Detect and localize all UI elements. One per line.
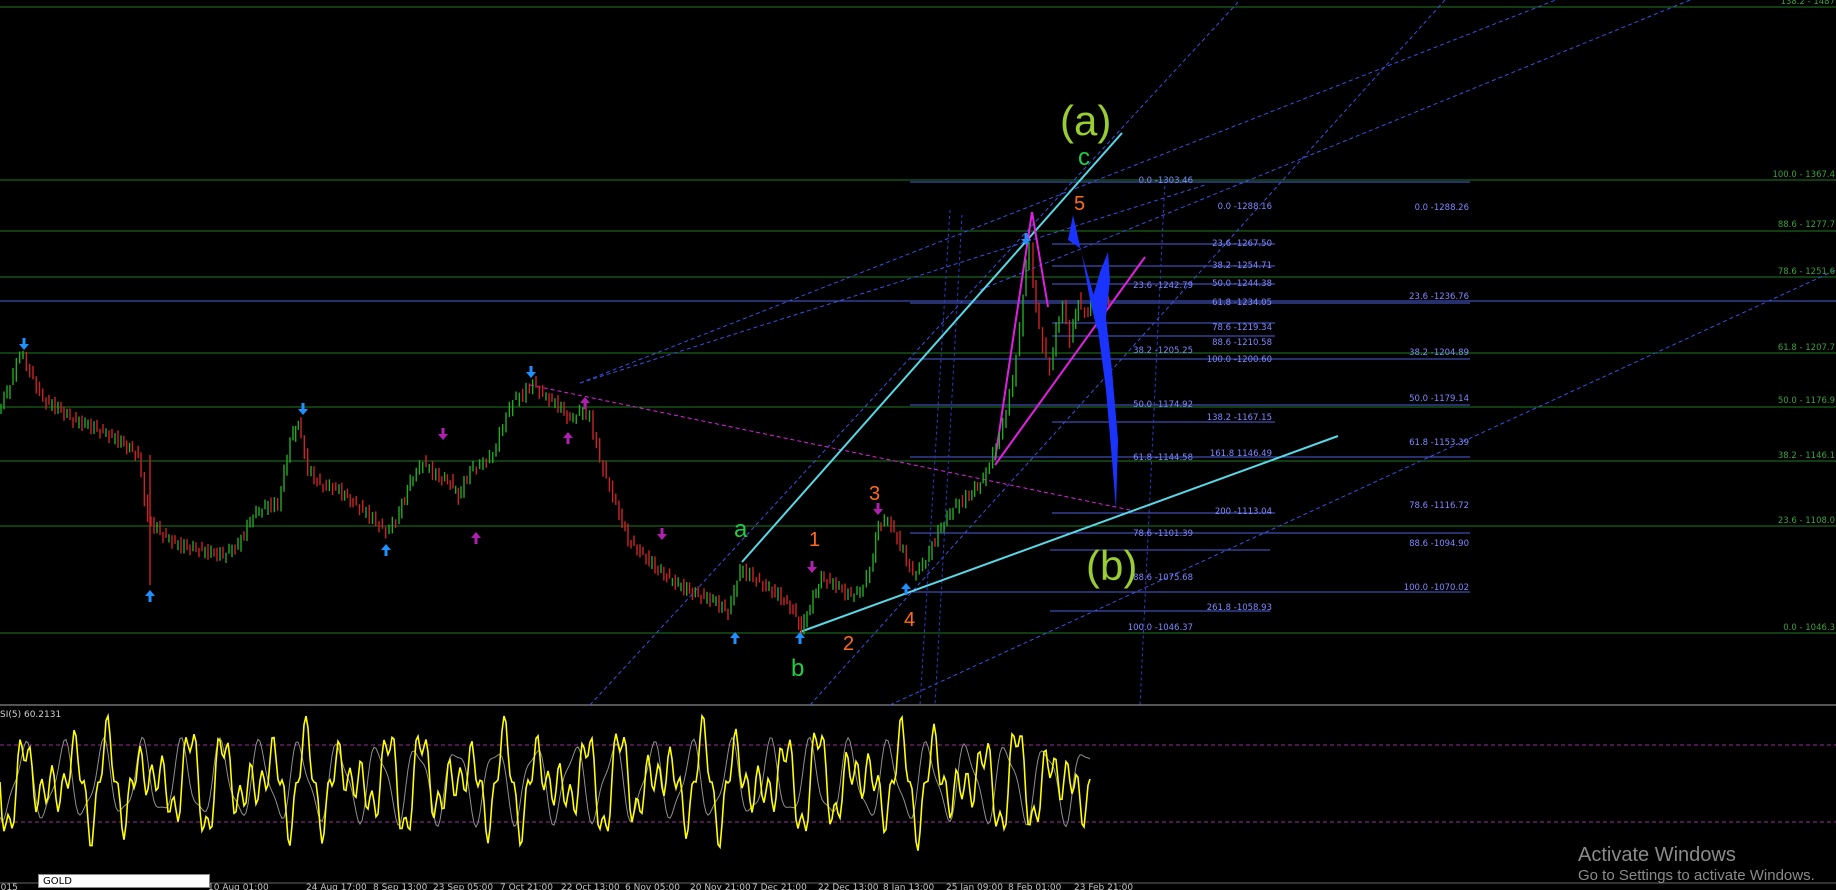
right-edge-label: 50.0 - 1176.9 [1778, 396, 1835, 406]
fractal-down-arrow [438, 428, 448, 440]
fib-label-mid: 200 -1113.04 [1215, 507, 1272, 517]
wave-label-minor-a: a [734, 516, 748, 543]
watermark-subtitle: Go to Settings to activate Windows. [1578, 867, 1815, 884]
activate-windows-watermark: Activate Windows Go to Settings to activ… [1578, 843, 1815, 885]
fib-label-left: 38.2 -1205.25 [1133, 346, 1193, 356]
fractal-down-arrow [657, 528, 667, 540]
fractal-up-arrow [563, 432, 573, 444]
fib-label-mid: 88.6 -1210.58 [1212, 338, 1272, 348]
fib-label-mid: 50.0 -1244.38 [1212, 279, 1272, 289]
fib-label-right: 100.0 -1070.02 [1404, 583, 1469, 593]
x-axis-tick-label: 8 Sep 13:00 [373, 883, 428, 890]
x-axis-tick-label: 24 Aug 17:00 [306, 883, 367, 890]
wave-label-4: 4 [904, 609, 915, 631]
wave-label-minor-b: b [791, 655, 804, 682]
x-axis-tick-label: 8 Feb 01:00 [1008, 883, 1062, 890]
fractal-down-arrow [19, 338, 29, 350]
fib-label-mid: 61.8 -1234.05 [1212, 298, 1272, 308]
wave-label-primary-a: (a) [1060, 97, 1111, 144]
rsi-indicator-label: SI(5) 60.2131 [0, 710, 62, 720]
fib-label-mid: 138.2 -1167.15 [1207, 413, 1272, 423]
x-axis-tick-label: 7 Dec 21:00 [752, 883, 807, 890]
right-edge-label: 0.0 - 1046.3 [1783, 623, 1835, 633]
wave-label-1: 1 [809, 529, 820, 551]
fractal-up-arrow [145, 590, 155, 602]
fib-label-mid: 78.6 -1219.34 [1212, 323, 1272, 333]
fib-label-mid: 23.6 -1267.50 [1212, 239, 1272, 249]
x-axis-tick-label: 22 Dec 13:00 [818, 883, 879, 890]
x-axis-tick-label: 6 Nov 05:00 [625, 883, 680, 890]
fib-label-mid: 38.2 -1254.71 [1212, 261, 1272, 271]
x-axis-tick-label: 23 Feb 21:00 [1074, 883, 1133, 890]
right-edge-label: 38.2 - 1146.1 [1778, 451, 1835, 461]
right-edge-label: 100.0 - 1367.4 [1772, 170, 1835, 180]
fib-label-mid: 261.8 -1058.93 [1207, 603, 1272, 613]
pink-wave-line [994, 256, 1146, 466]
watermark-title: Activate Windows [1578, 844, 1736, 866]
x-axis-tick-label: 25 Jan 09:00 [946, 883, 1003, 890]
symbol-tab[interactable]: GOLD [38, 874, 210, 888]
fractal-down-arrow [807, 561, 817, 573]
fib-label-right: 50.0 -1179.14 [1409, 394, 1469, 404]
fib-label-left: 88.6 -1075.68 [1133, 573, 1193, 583]
fib-label-right: 78.6 -1116.72 [1409, 501, 1469, 511]
fib-label-left: 100.0 -1046.37 [1128, 623, 1193, 633]
chart-window[interactable]: 0.0 -1303.46 23.6 -1242.79 38.2 -1205.25 50… [0, 0, 1836, 890]
x-axis-tick-label: 10 Aug 01:00 [208, 883, 269, 890]
dashed-trend-line [579, 0, 1558, 384]
wave-label-primary-b: (b) [1086, 542, 1137, 589]
cyan-trend-line [741, 132, 1123, 563]
fib-label-right: 38.2 -1204.89 [1409, 348, 1469, 358]
right-edge-label: 78.6 - 1251.6 [1778, 267, 1835, 277]
fib-label-left: 61.8 -1144.58 [1133, 453, 1193, 463]
fib-label-left: 0.0 -1303.46 [1139, 176, 1193, 186]
x-axis-tick-label: 8 Jan 13:00 [883, 883, 935, 890]
fib-label-right: 23.6 -1236.76 [1409, 292, 1469, 302]
right-edge-label: 61.8 - 1207.7 [1778, 343, 1835, 353]
wave-label-5: 5 [1074, 193, 1085, 215]
price-chart[interactable]: 0.0 -1303.4623.6 -1242.7938.2 -1205.2550… [0, 0, 1836, 890]
right-edge-label: 88.6 - 1277.7 [1778, 220, 1835, 230]
fractal-up-arrow [730, 632, 740, 644]
right-edge-label: 23.6 - 1108.0 [1778, 516, 1835, 526]
fib-label-left: 78.6 -1101.39 [1133, 529, 1193, 539]
dashed-trend-line [889, 269, 1836, 706]
x-axis-tick-label: 23 Sep 05:00 [433, 883, 493, 890]
fib-label-right: 0.0 -1288.26 [1415, 203, 1469, 213]
fib-label-mid: 0.0 -1288.16 [1218, 202, 1272, 212]
fib-label-left: 23.6 -1242.79 [1133, 281, 1193, 291]
fib-label-left: 50.0 -1174.92 [1133, 400, 1193, 410]
x-axis-tick-label: 22 Oct 13:00 [561, 883, 620, 890]
dashed-vertical-line [934, 214, 963, 706]
x-axis-tick-label: 7 Oct 21:00 [500, 883, 553, 890]
fib-label-right: 88.6 -1094.90 [1409, 539, 1469, 549]
x-axis-tick-label: 20 Nov 21:00 [690, 883, 751, 890]
fractal-down-arrow [526, 366, 536, 378]
fib-label-mid: 100.0 -1200.60 [1207, 355, 1272, 365]
fractal-up-arrow [471, 532, 481, 544]
right-edge-label: 138.2 - 1487 [1781, 0, 1835, 7]
fractal-up-arrow [901, 583, 911, 595]
wave-label-minor-c: c [1078, 144, 1090, 171]
fib-label-mid: 161.8 1146.49 [1210, 449, 1272, 459]
rsi-line [0, 712, 1091, 851]
fib-label-right: 61.8 -1153.39 [1409, 438, 1469, 448]
wave-label-2: 2 [843, 633, 854, 655]
projection-path [1092, 252, 1118, 510]
fractal-down-arrow [298, 403, 308, 415]
wave-label-3: 3 [869, 483, 880, 505]
x-axis-tick-label: Jun 2015 [0, 883, 18, 890]
fractal-up-arrow [381, 544, 391, 556]
